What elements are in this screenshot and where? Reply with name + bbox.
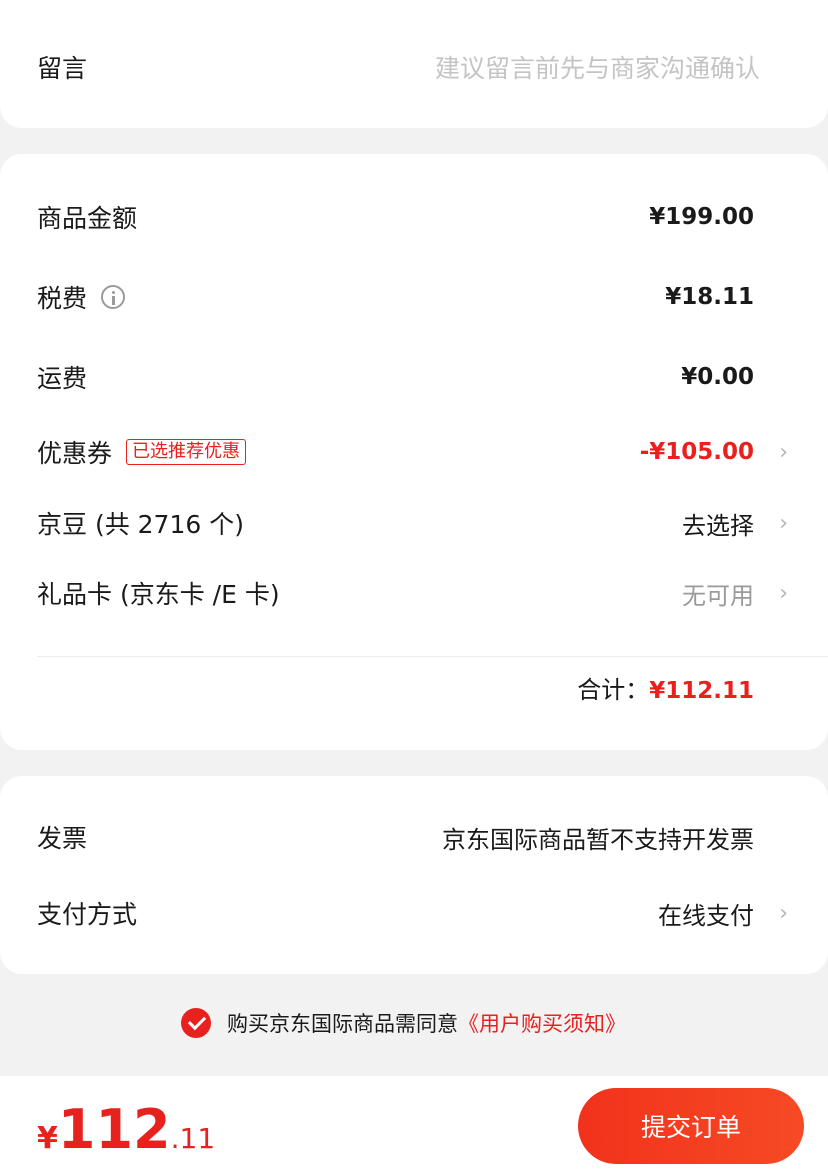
user-purchase-notice-link[interactable]: 《用户购买须知》 xyxy=(458,1008,626,1038)
giftcard-row[interactable]: 礼品卡 (京东卡 /E 卡) 无可用 › xyxy=(37,568,828,618)
total-amount: ¥112.11 xyxy=(649,678,754,704)
divider xyxy=(37,656,828,657)
submit-order-button[interactable]: 提交订单 xyxy=(578,1088,804,1164)
tax-value: ¥18.11 xyxy=(665,284,754,310)
tax-label: 税费 xyxy=(37,284,88,313)
shipping-label: 运费 xyxy=(37,364,88,393)
goods-amount-row: 商品金额 ¥199.00 xyxy=(37,192,828,242)
tax-label-group: 税费 xyxy=(37,279,126,315)
jingdou-label: 京豆 (共 2716 个) xyxy=(37,510,244,539)
shipping-value: ¥0.00 xyxy=(681,364,754,390)
goods-amount-value: ¥199.00 xyxy=(649,204,754,230)
memo-row[interactable]: 留言 建议留言前先与商家沟通确认 xyxy=(37,42,828,92)
total-label: 合计： xyxy=(577,676,650,704)
goods-amount-label: 商品金额 xyxy=(37,204,138,233)
invoice-payment-card: 发票 京东国际商品暂不支持开发票 支付方式 在线支付 › xyxy=(0,776,828,974)
shipping-row: 运费 ¥0.00 xyxy=(37,352,828,402)
giftcard-value: 无可用 xyxy=(682,581,754,610)
memo-input[interactable]: 建议留言前先与商家沟通确认 xyxy=(435,49,760,85)
tax-row: 税费 ¥18.11 xyxy=(37,272,828,322)
memo-label: 留言 xyxy=(37,54,88,83)
info-icon[interactable] xyxy=(101,285,126,309)
jingdou-value: 去选择 xyxy=(682,511,754,540)
agreement-text: 购买京东国际商品需同意 xyxy=(227,1012,458,1036)
currency-symbol: ¥ xyxy=(37,1121,58,1156)
coupon-label: 优惠券 xyxy=(37,439,113,468)
agreement-row: 购买京东国际商品需同意 《用户购买须知》 xyxy=(181,1008,626,1038)
price-decimal: .11 xyxy=(170,1122,216,1155)
total-summary: 合计：¥112.11 xyxy=(577,670,754,705)
cost-card: 商品金额 ¥199.00 税费 ¥18.11 运费 ¥0.00 优惠券 已选推荐… xyxy=(0,154,828,750)
jingdou-row[interactable]: 京豆 (共 2716 个) 去选择 › xyxy=(37,498,828,548)
coupon-value: -¥105.00 xyxy=(639,439,754,465)
chevron-right-icon: › xyxy=(779,580,788,606)
payment-method-row[interactable]: 支付方式 在线支付 › xyxy=(37,888,828,938)
memo-card: 留言 建议留言前先与商家沟通确认 xyxy=(0,0,828,128)
bottom-bar: ¥ 112 .11 提交订单 xyxy=(0,1076,828,1176)
giftcard-label: 礼品卡 (京东卡 /E 卡) xyxy=(37,580,280,609)
checkbox-checked-icon[interactable] xyxy=(181,1008,211,1038)
invoice-row: 发票 京东国际商品暂不支持开发票 xyxy=(37,812,828,862)
total-price: ¥ 112 .11 xyxy=(37,1098,215,1161)
coupon-label-group: 优惠券 已选推荐优惠 xyxy=(37,434,247,470)
chevron-right-icon: › xyxy=(779,900,788,926)
coupon-row[interactable]: 优惠券 已选推荐优惠 -¥105.00 › xyxy=(37,427,828,477)
chevron-right-icon: › xyxy=(779,439,788,465)
payment-method-value: 在线支付 xyxy=(658,901,754,930)
chevron-right-icon: › xyxy=(779,510,788,536)
coupon-tag-badge: 已选推荐优惠 xyxy=(126,439,247,465)
payment-method-label: 支付方式 xyxy=(37,900,138,929)
invoice-value: 京东国际商品暂不支持开发票 xyxy=(442,825,754,854)
invoice-label: 发票 xyxy=(37,824,88,853)
price-integer: 112 xyxy=(57,1098,171,1161)
